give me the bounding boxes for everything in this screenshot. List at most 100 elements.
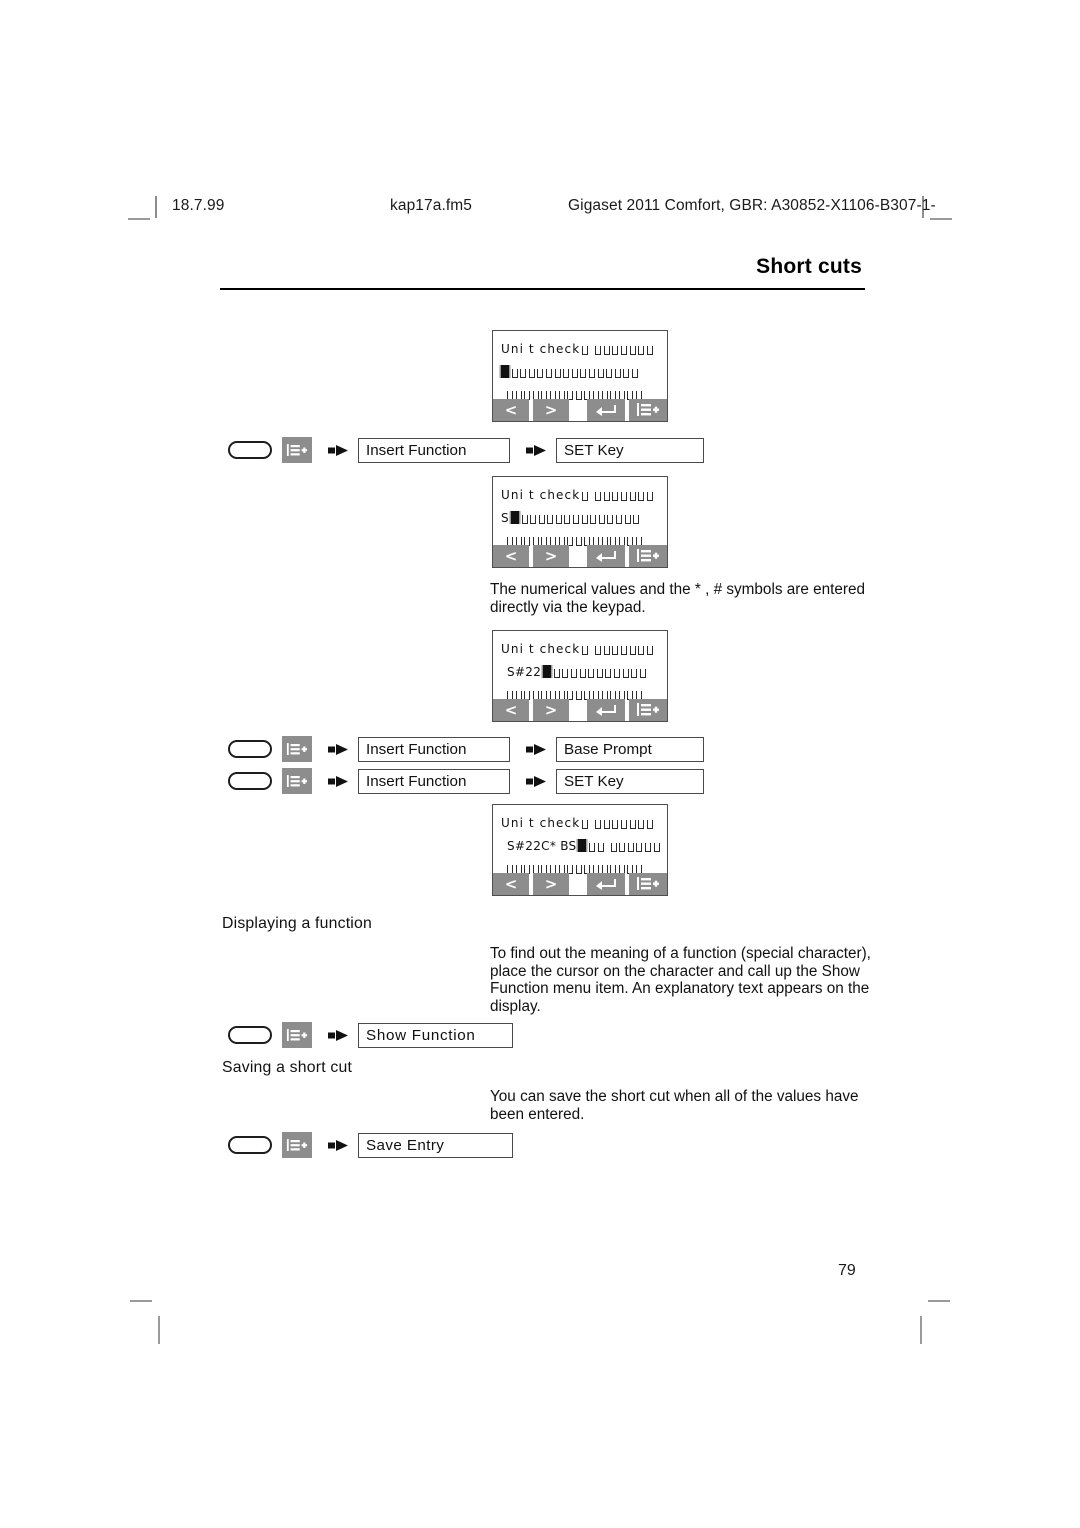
menu-item-save-entry[interactable]: Save Entry [358, 1132, 513, 1158]
header-document-id: Gigaset 2011 Comfort, GBR: A30852-X1106-… [568, 197, 936, 214]
page-title: Short cuts [756, 255, 862, 278]
softkey-enter-icon[interactable] [587, 699, 625, 721]
softkey-left-icon[interactable]: < [493, 545, 529, 567]
lcd-4-line-1: Uni t check [501, 814, 655, 831]
lcd-1-softkey-bar: < > [493, 399, 667, 421]
softkey-enter-icon[interactable] [587, 399, 625, 421]
menu-key-icon[interactable] [282, 768, 312, 794]
softkey-menu-icon[interactable] [629, 699, 667, 721]
lcd-1-line-1-placeholders [582, 342, 655, 355]
handset-softkey-button[interactable] [228, 1026, 272, 1044]
procedure-row-2: Insert Function Base Prompt [228, 735, 704, 763]
lcd-3-line-1-placeholders [582, 642, 655, 655]
lcd-2-line-2-placeholders [521, 511, 642, 524]
softkey-enter-icon[interactable] [587, 873, 625, 895]
menu-item-set-key[interactable]: SET Key [556, 768, 704, 794]
menu-item-insert-function[interactable]: Insert Function [358, 768, 510, 794]
lcd-3-cursor [543, 665, 552, 678]
lcd-3-line-1-text: Uni t check [501, 641, 581, 656]
handset-softkey-button[interactable] [228, 740, 272, 758]
saving-paragraph: You can save the short cut when all of t… [490, 1088, 859, 1123]
display-function-paragraph: To find out the meaning of a function (s… [490, 945, 871, 1015]
flow-arrow-icon-2 [526, 443, 548, 457]
lcd-3-softkey-bar: < > [493, 699, 667, 721]
title-divider [220, 288, 865, 290]
lcd-1-line-2-placeholders [511, 365, 641, 378]
lcd-display-4: Uni t check S#22C* BS < > [492, 804, 668, 896]
lcd-1-line-2 [501, 363, 641, 380]
flow-arrow-icon [328, 1028, 350, 1042]
flow-arrow-icon [328, 1138, 350, 1152]
softkey-menu-icon[interactable] [629, 399, 667, 421]
softkey-right-icon[interactable]: > [533, 399, 569, 421]
softkey-right-icon[interactable]: > [533, 545, 569, 567]
menu-key-icon[interactable] [282, 1022, 312, 1048]
softkey-right-icon[interactable]: > [533, 873, 569, 895]
handset-softkey-button[interactable] [228, 441, 272, 459]
handset-softkey-button[interactable] [228, 772, 272, 790]
lcd-2-line-1-text: Uni t check [501, 487, 581, 502]
handset-softkey-button[interactable] [228, 1136, 272, 1154]
lcd-2-line-2-text: S [501, 510, 509, 525]
lcd-1-cursor [501, 365, 509, 378]
procedure-row-5: Save Entry [228, 1131, 513, 1159]
lcd-4-line-2: S#22C* BS [507, 837, 662, 854]
softkey-menu-icon[interactable] [629, 545, 667, 567]
flow-arrow-icon-2 [526, 774, 548, 788]
lcd-4-line-1-text: Uni t check [501, 815, 581, 830]
flow-arrow-icon-2 [526, 742, 548, 756]
flow-arrow-icon [328, 742, 350, 756]
menu-key-icon[interactable] [282, 1132, 312, 1158]
lcd-4-cursor [578, 839, 587, 852]
keypad-note-paragraph: The numerical values and the * , # symbo… [490, 581, 865, 616]
header-filename: kap17a.fm5 [390, 197, 472, 214]
softkey-enter-icon[interactable] [587, 545, 625, 567]
lcd-2-cursor [510, 511, 519, 524]
section-heading-displaying-a-function: Displaying a function [222, 915, 372, 932]
crop-mark-top-right [930, 218, 952, 220]
lcd-3-line-2-text: S#22 [507, 664, 542, 679]
procedure-row-3: Insert Function SET Key [228, 767, 704, 795]
lcd-1-line-1: Uni t check [501, 340, 655, 357]
lcd-4-line-2-text: S#22C* BS [507, 838, 577, 853]
menu-item-base-prompt[interactable]: Base Prompt [556, 736, 704, 762]
lcd-2-softkey-bar: < > [493, 545, 667, 567]
softkey-spacer [569, 873, 587, 895]
crop-mark-bottom-right [928, 1300, 950, 1302]
softkey-spacer [569, 545, 587, 567]
crop-mark-bottom-left [130, 1300, 152, 1302]
header-date: 18.7.99 [172, 197, 225, 214]
lcd-4-line-1-placeholders [582, 816, 655, 829]
lcd-2-line-2: S [501, 509, 642, 526]
crop-mark-bottom-left-vertical [158, 1316, 160, 1344]
softkey-left-icon[interactable]: < [493, 699, 529, 721]
lcd-display-3: Uni t check S#22 < > [492, 630, 668, 722]
header-left-marker [155, 196, 157, 218]
softkey-left-icon[interactable]: < [493, 399, 529, 421]
softkey-spacer [569, 399, 587, 421]
menu-item-insert-function[interactable]: Insert Function [358, 437, 510, 463]
softkey-left-icon[interactable]: < [493, 873, 529, 895]
menu-key-icon[interactable] [282, 437, 312, 463]
page-number: 79 [838, 1262, 856, 1279]
lcd-3-line-2: S#22 [507, 663, 648, 680]
procedure-row-1: Insert Function SET Key [228, 436, 704, 464]
softkey-right-icon[interactable]: > [533, 699, 569, 721]
flow-arrow-icon [328, 774, 350, 788]
lcd-4-softkey-bar: < > [493, 873, 667, 895]
lcd-3-line-1: Uni t check [501, 640, 655, 657]
lcd-display-2: Uni t check S < > [492, 476, 668, 568]
softkey-menu-icon[interactable] [629, 873, 667, 895]
softkey-spacer [569, 699, 587, 721]
procedure-row-4: Show Function [228, 1021, 513, 1049]
menu-item-set-key[interactable]: SET Key [556, 437, 704, 463]
lcd-1-line-1-text: Uni t check [501, 341, 581, 356]
menu-item-show-function[interactable]: Show Function [358, 1022, 513, 1048]
lcd-2-line-1-placeholders [582, 488, 655, 501]
menu-key-icon[interactable] [282, 736, 312, 762]
section-heading-saving-a-short-cut: Saving a short cut [222, 1059, 353, 1076]
lcd-2-line-1: Uni t check [501, 486, 655, 503]
menu-item-insert-function[interactable]: Insert Function [358, 736, 510, 762]
lcd-4-line-2-placeholders [589, 839, 662, 852]
lcd-3-line-2-placeholders [553, 665, 649, 678]
